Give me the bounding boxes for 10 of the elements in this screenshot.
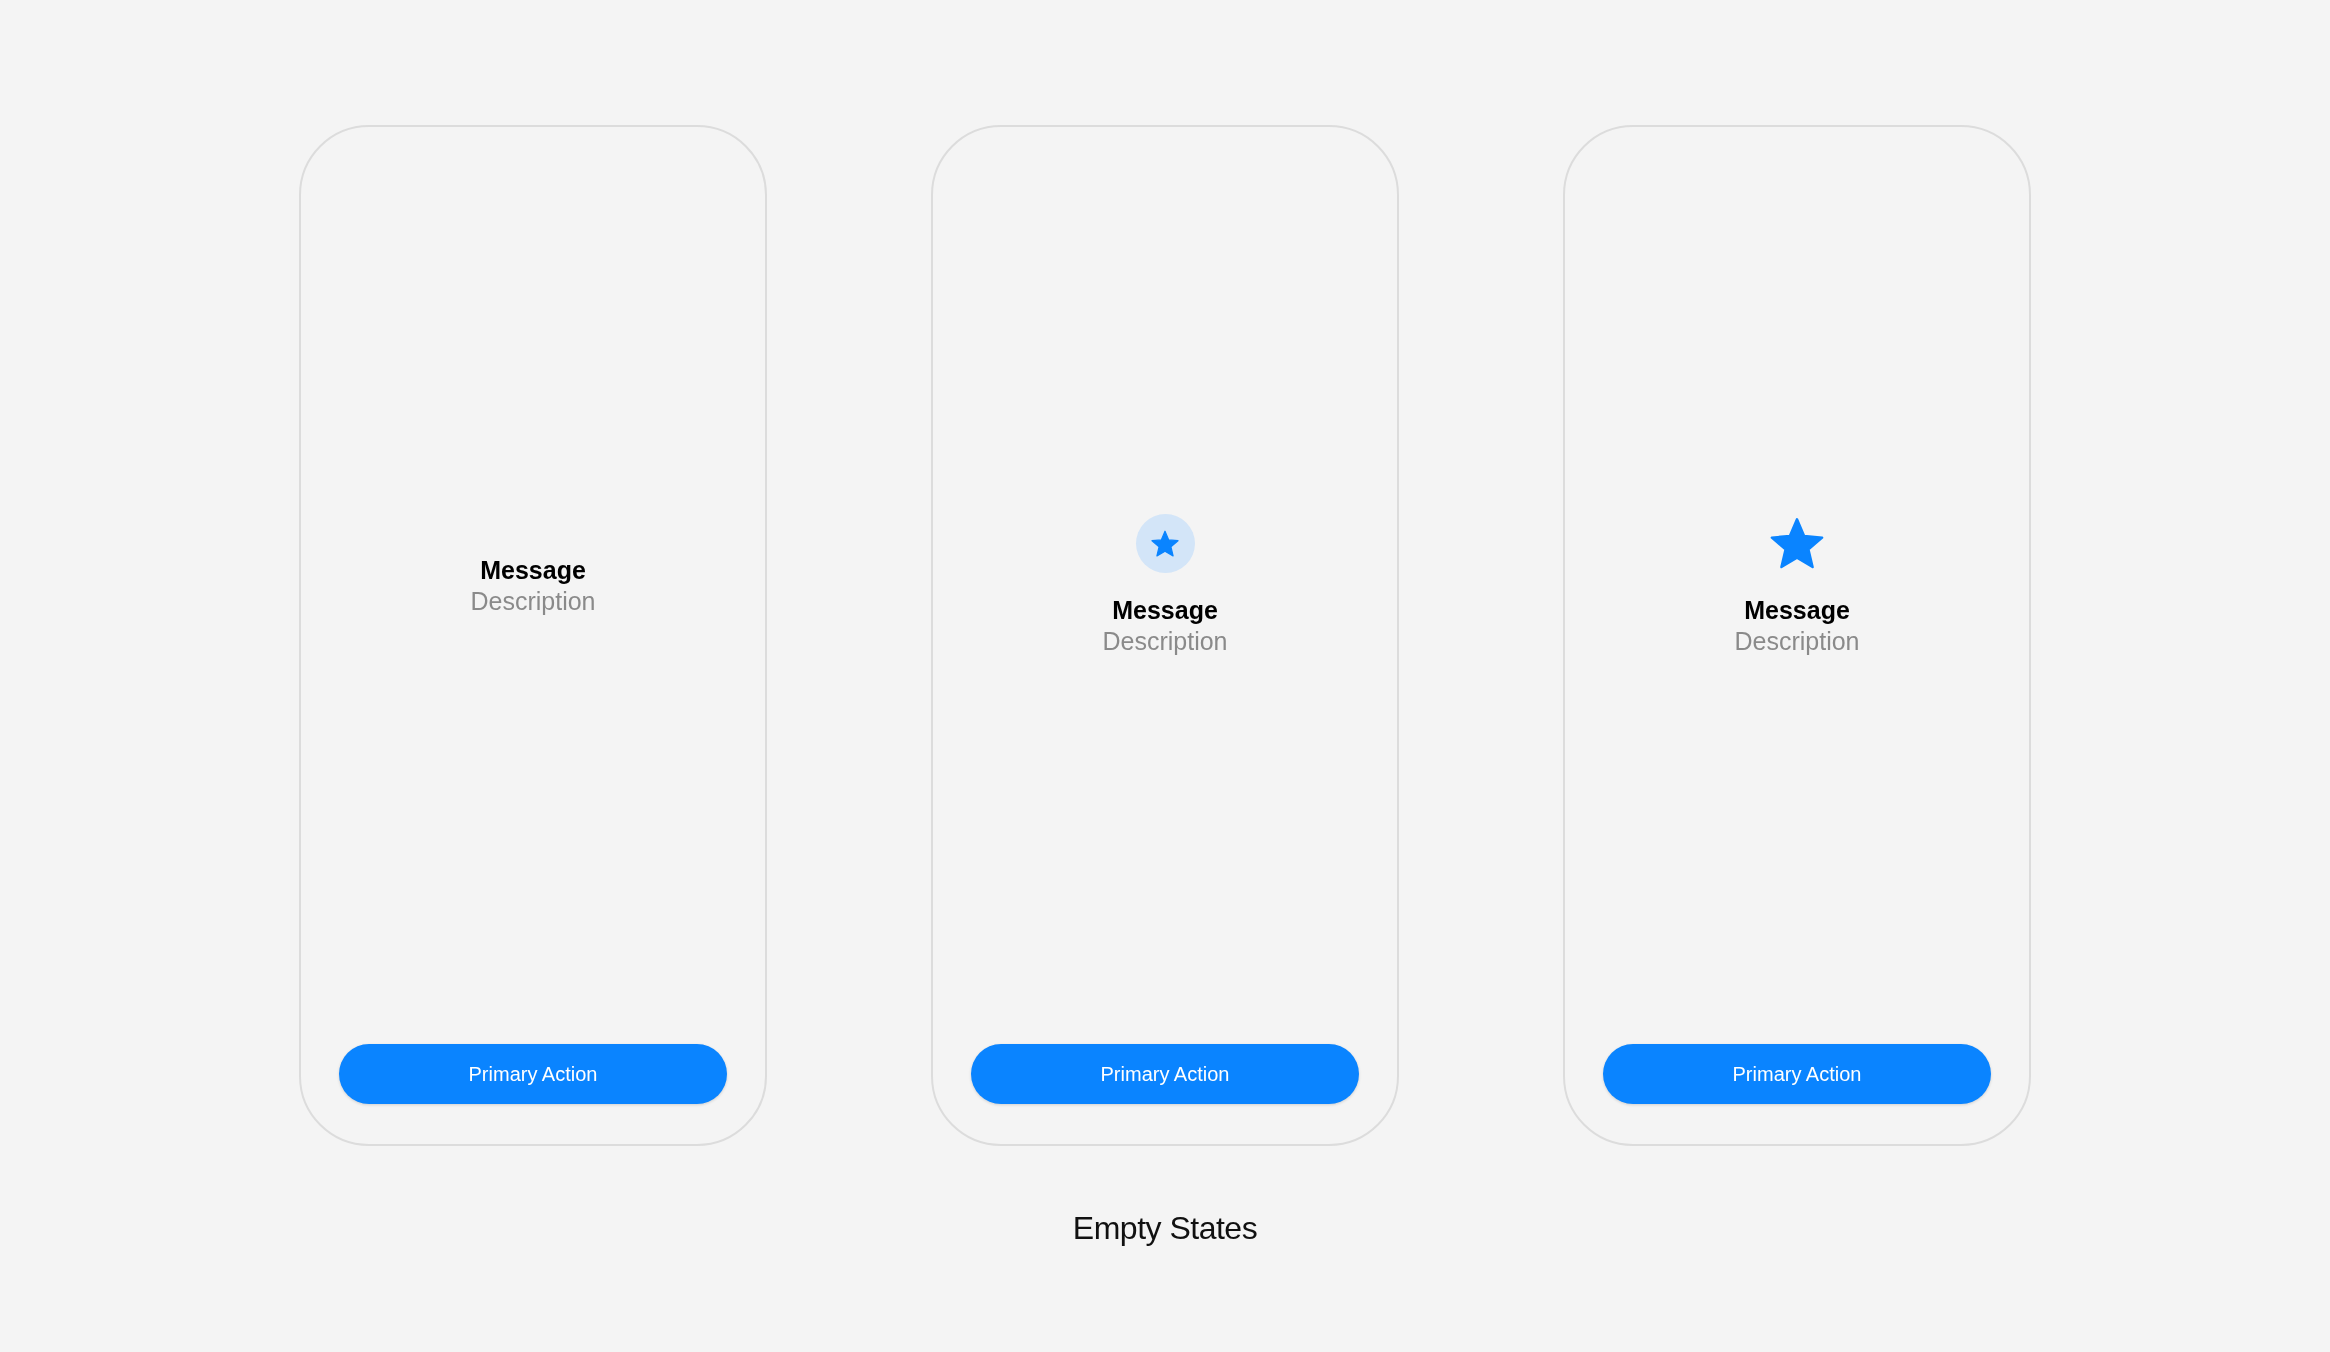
message-title: Message bbox=[480, 554, 586, 586]
message-description: Description bbox=[1734, 625, 1860, 657]
message-title: Message bbox=[1744, 594, 1850, 626]
page-caption: Empty States bbox=[1072, 1209, 1258, 1248]
primary-action-button[interactable]: Primary Action bbox=[1603, 1044, 1991, 1104]
message-description: Description bbox=[1102, 626, 1228, 657]
message-title: Message bbox=[1112, 595, 1218, 626]
primary-action-button[interactable]: Primary Action bbox=[971, 1044, 1359, 1104]
primary-action-button[interactable]: Primary Action bbox=[339, 1044, 727, 1104]
message-description: Description bbox=[470, 585, 596, 617]
